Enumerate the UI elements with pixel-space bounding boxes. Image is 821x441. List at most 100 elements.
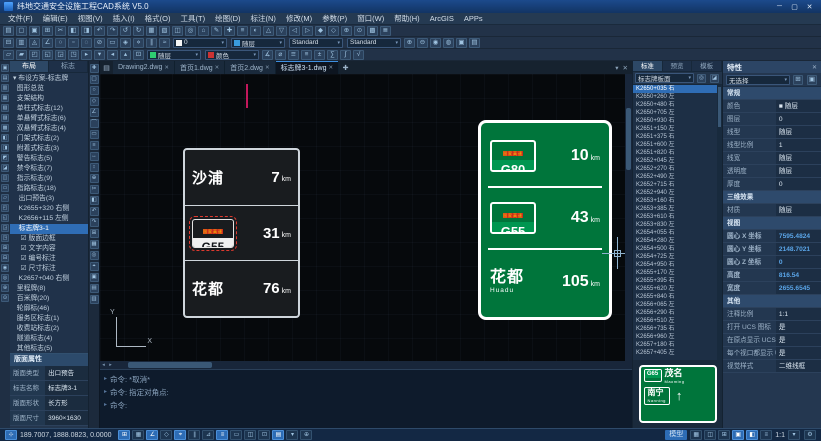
tree-item[interactable]: 指示标志(9)	[10, 174, 88, 184]
tool-icon[interactable]: ◲	[55, 50, 66, 60]
tool-icon[interactable]: ✂	[55, 26, 66, 36]
tool-icon[interactable]: ◨	[1, 144, 9, 152]
property-row[interactable]: 圆心 Y 坐标 2148.7021	[723, 243, 821, 256]
tool-icon[interactable]: ↕	[90, 163, 99, 172]
tool-icon[interactable]: ○	[55, 38, 66, 48]
tree-item[interactable]: 单柱式标志(12)	[10, 104, 88, 114]
list-item[interactable]: K2653+610 右	[633, 213, 722, 221]
tool-icon[interactable]: ↷	[90, 218, 99, 227]
list-item[interactable]: K2656+065 左	[633, 301, 722, 309]
status-icon[interactable]: ▦	[690, 430, 702, 440]
sign-row[interactable]: 花都 Huadu 105 km	[481, 250, 609, 314]
property-value[interactable]: 是	[776, 334, 821, 346]
menu-item[interactable]: 帮助(H)	[389, 13, 424, 25]
right-sign-panel[interactable]: 国家高速 G80 10 km 国家高速 G55 43 km 花都 Huadu 1…	[478, 120, 612, 320]
list-item[interactable]: K2657+405 左	[633, 349, 722, 357]
property-row[interactable]: 宽度 2655.6545	[723, 282, 821, 295]
tool-icon[interactable]: ◰	[29, 50, 40, 60]
tool-icon[interactable]: ▭	[1, 184, 9, 192]
tab-overflow-icon[interactable]: ▾	[615, 64, 618, 72]
tool-icon[interactable]: ∠	[42, 38, 53, 48]
property-row[interactable]: 在原点显示 UCS 图标 是	[723, 334, 821, 347]
quick-select-icon[interactable]: ▣	[807, 75, 817, 85]
status-toggle[interactable]: ◫	[244, 430, 256, 440]
menu-item[interactable]: 编辑(E)	[38, 13, 73, 25]
tool-icon[interactable]: ▧	[1, 104, 9, 112]
tree-item[interactable]: 禁令标志(7)	[10, 164, 88, 174]
property-row[interactable]: 透明度 随层	[723, 165, 821, 178]
status-toggle[interactable]: ▦	[132, 430, 144, 440]
tool-icon[interactable]: ↶	[94, 26, 105, 36]
menu-item[interactable]: 窗口(W)	[352, 13, 389, 25]
tool-icon[interactable]: ◪	[1, 164, 9, 172]
canvas-vertical-scrollbar[interactable]	[625, 74, 632, 361]
list-item[interactable]: K2653+830 左	[633, 221, 722, 229]
tool-icon[interactable]: ◎	[185, 26, 196, 36]
tool-icon[interactable]: ▰	[16, 50, 27, 60]
sign-row[interactable]: 沙浦 7 km	[185, 150, 298, 205]
preview-sign[interactable]: G65 茂名 Maoming 南宁 Nanning ↑	[639, 365, 717, 423]
document-tab[interactable]: 标志牌3-1.dwg ✕	[276, 61, 340, 74]
pin-icon[interactable]: ◪	[710, 74, 719, 83]
tree-item[interactable]: 百米牌(20)	[10, 294, 88, 304]
tool-icon[interactable]: ⌀	[275, 50, 286, 60]
list-item[interactable]: K2656+290 右	[633, 309, 722, 317]
property-row[interactable]: 三维效果	[723, 191, 821, 204]
scroll-left-icon[interactable]: ◂	[100, 362, 107, 368]
tool-icon[interactable]: ⊘	[94, 38, 105, 48]
menu-item[interactable]: 文件(F)	[3, 13, 38, 25]
list-item[interactable]: K2650+480 右	[633, 101, 722, 109]
tree-item[interactable]: K2657+040 右侧	[10, 274, 88, 284]
property-row[interactable]: 高度 816.54	[723, 269, 821, 282]
tool-icon[interactable]: ⊙	[354, 26, 365, 36]
tool-icon[interactable]: ◧	[90, 196, 99, 205]
tool-icon[interactable]: ◰	[1, 204, 9, 212]
tool-icon[interactable]: ▭	[90, 130, 99, 139]
tool-icon[interactable]: ▦	[1, 94, 9, 102]
sign-row[interactable]: 国家高速 G55 31 km	[185, 205, 298, 261]
property-row[interactable]: 常规	[723, 87, 821, 100]
tool-icon[interactable]: ◫	[172, 26, 183, 36]
tool-icon[interactable]: ▤	[90, 284, 99, 293]
property-value[interactable]: 1	[776, 139, 821, 151]
sign-row[interactable]: 花都 76 km	[185, 260, 298, 316]
tree-item[interactable]: 图形总览	[10, 84, 88, 94]
tool-icon[interactable]: ▽	[276, 26, 287, 36]
command-line[interactable]: ▸ 命令: *取消*	[100, 373, 632, 386]
toggle-pickadd-icon[interactable]: ⊞	[793, 75, 803, 85]
menu-item[interactable]: 插入(I)	[108, 13, 140, 25]
tool-icon[interactable]: ◬	[29, 38, 40, 48]
tool-icon[interactable]: ◲	[1, 224, 9, 232]
tool-icon[interactable]: ◧	[68, 26, 79, 36]
tree-item[interactable]: K2655+320 右侧	[10, 204, 88, 214]
tool-icon[interactable]: ⊖	[417, 38, 428, 48]
list-item[interactable]: K2651+150 左	[633, 125, 722, 133]
tree-item[interactable]: 双悬臂式标志(4)	[10, 124, 88, 134]
list-item[interactable]: K2654+725 左	[633, 253, 722, 261]
list-item[interactable]: K2650+035 右	[633, 85, 722, 93]
tool-icon[interactable]: ✎	[211, 26, 222, 36]
tool-icon[interactable]: ↷	[107, 26, 118, 36]
status-icon[interactable]: ◧	[746, 430, 758, 440]
status-toggle[interactable]: ⊿	[202, 430, 214, 440]
left-sign-panel[interactable]: 沙浦 7 km 国家高速 G55 31 km 花都 76 km	[183, 148, 300, 318]
list-item[interactable]: K2655+840 右	[633, 293, 722, 301]
tool-icon[interactable]: ◧	[1, 134, 9, 142]
tool-icon[interactable]: ◍	[443, 38, 454, 48]
tool-icon[interactable]: ◌	[81, 38, 92, 48]
list-item[interactable]: K2654+500 右	[633, 245, 722, 253]
tree-item[interactable]: ☑ 文字内容	[10, 244, 88, 254]
tree-item[interactable]: 单悬臂式标志(6)	[10, 114, 88, 124]
tool-icon[interactable]: ▴	[120, 50, 131, 60]
property-value[interactable]: 816.54	[776, 269, 821, 281]
tool-icon[interactable]: ◱	[42, 50, 53, 60]
property-row[interactable]: 版面形状 长方形	[10, 396, 88, 411]
command-line[interactable]: ▸ 命令:	[100, 399, 632, 412]
toolbar-combo[interactable]: 颜色 ▾	[205, 50, 259, 60]
chevron-down-icon[interactable]: ▾	[788, 430, 800, 440]
property-value[interactable]: 随层	[776, 152, 821, 164]
tool-icon[interactable]: ▨	[1, 114, 9, 122]
canvas-horizontal-scrollbar[interactable]: ◂ ▸	[100, 361, 632, 369]
property-row[interactable]: 图层 0	[723, 113, 821, 126]
property-row[interactable]: 圆心 Z 坐标 0	[723, 256, 821, 269]
